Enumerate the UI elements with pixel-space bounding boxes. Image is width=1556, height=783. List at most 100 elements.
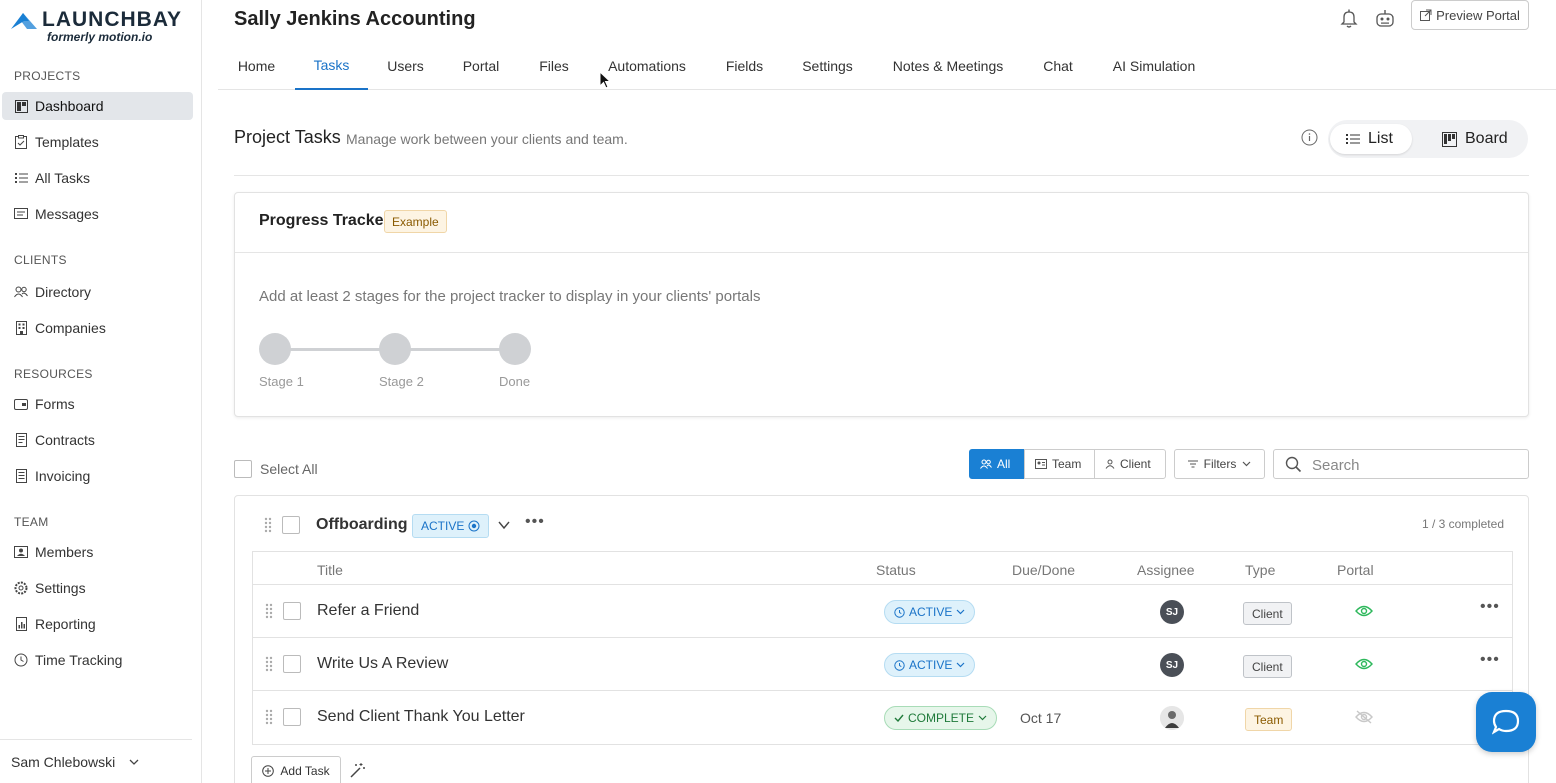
table-row[interactable]: Write Us A Review ACTIVE SJ Client ••• (253, 638, 1512, 691)
filter-all-button[interactable]: All (969, 449, 1025, 479)
eye-icon[interactable] (1355, 657, 1373, 671)
task-title[interactable]: Send Client Thank You Letter (317, 708, 525, 726)
tab-settings[interactable]: Settings (787, 42, 868, 90)
row-more-menu[interactable]: ••• (1480, 598, 1500, 616)
search-input[interactable] (1312, 455, 1512, 475)
tab-chat[interactable]: Chat (1026, 42, 1090, 90)
drag-handle-icon[interactable] (265, 656, 273, 672)
building-icon (14, 321, 28, 335)
column-header-status[interactable]: Status (876, 562, 916, 578)
select-all-checkbox[interactable] (234, 460, 252, 478)
sidebar-item-members[interactable]: Members (2, 538, 193, 566)
chat-icon (1492, 709, 1520, 735)
mouse-cursor-icon (599, 71, 611, 89)
sidebar-item-label: Messages (35, 206, 99, 222)
sidebar-item-settings[interactable]: Settings (2, 574, 193, 602)
drag-handle-icon[interactable] (264, 517, 272, 533)
table-row[interactable]: Refer a Friend ACTIVE SJ Client ••• (253, 585, 1512, 638)
sidebar-section-projects: PROJECTS (14, 69, 81, 83)
status-dropdown[interactable]: COMPLETE (884, 706, 998, 730)
task-title[interactable]: Write Us A Review (317, 655, 448, 673)
tab-files[interactable]: Files (520, 42, 588, 90)
filter-client-button[interactable]: Client (1094, 449, 1166, 479)
sidebar-item-forms[interactable]: Forms (2, 390, 193, 418)
column-header-assignee[interactable]: Assignee (1137, 562, 1195, 578)
sidebar-item-label: Contracts (35, 432, 95, 448)
column-header-due[interactable]: Due/Done (1012, 562, 1075, 578)
sidebar-item-contracts[interactable]: Contracts (2, 426, 193, 454)
eye-icon[interactable] (1355, 604, 1373, 618)
magic-wand-icon[interactable] (349, 762, 366, 779)
row-more-menu[interactable]: ••• (1480, 651, 1500, 669)
table-row[interactable]: Send Client Thank You Letter COMPLETE Oc… (253, 691, 1512, 744)
drag-handle-icon[interactable] (265, 709, 273, 725)
sidebar-item-invoicing[interactable]: Invoicing (2, 462, 193, 490)
column-header-title[interactable]: Title (317, 562, 343, 578)
group-status-label: ACTIVE (421, 519, 465, 533)
status-dropdown[interactable]: ACTIVE (884, 600, 976, 624)
brand-name: LAUNCHBAY (42, 8, 183, 31)
column-header-portal[interactable]: Portal (1337, 562, 1374, 578)
eye-off-icon[interactable] (1355, 710, 1373, 724)
support-chat-button[interactable] (1476, 692, 1536, 752)
task-title[interactable]: Refer a Friend (317, 602, 419, 620)
sidebar-item-directory[interactable]: Directory (2, 278, 193, 306)
list-icon (1346, 134, 1360, 144)
preview-portal-button[interactable]: Preview Portal (1411, 0, 1529, 30)
sidebar-item-companies[interactable]: Companies (2, 314, 193, 342)
sidebar-item-templates[interactable]: Templates (2, 128, 193, 156)
people-icon (14, 285, 28, 299)
task-group: Offboarding ACTIVE ••• 1 / 3 completed T… (234, 495, 1529, 783)
drag-handle-icon[interactable] (265, 603, 273, 619)
brand[interactable]: LAUNCHBAY formerly motion.io (10, 8, 182, 44)
tab-tasks[interactable]: Tasks (295, 42, 368, 90)
brand-subtitle: formerly motion.io (47, 30, 153, 44)
type-badge: Team (1245, 708, 1293, 731)
list-view-button[interactable]: List (1330, 124, 1412, 154)
tasks-table: Title Status Due/Done Assignee Type Port… (252, 551, 1513, 745)
tab-ai-simulation[interactable]: AI Simulation (1098, 42, 1210, 90)
ai-bot-icon[interactable] (1375, 8, 1395, 28)
avatar[interactable]: SJ (1160, 600, 1184, 624)
avatar[interactable] (1160, 706, 1184, 730)
group-more-menu[interactable]: ••• (525, 513, 545, 531)
filters-label: Filters (1203, 457, 1237, 471)
sidebar-item-label: Time Tracking (35, 652, 123, 668)
sidebar-item-label: Companies (35, 320, 106, 336)
row-checkbox[interactable] (283, 602, 301, 620)
filters-dropdown[interactable]: Filters (1174, 449, 1265, 479)
status-dropdown[interactable]: ACTIVE (884, 653, 976, 677)
stage-label: Stage 1 (259, 374, 304, 389)
sidebar-item-all-tasks[interactable]: All Tasks (2, 164, 193, 192)
info-icon[interactable] (1301, 129, 1318, 146)
form-icon (14, 397, 28, 411)
row-checkbox[interactable] (283, 655, 301, 673)
tab-home[interactable]: Home (220, 42, 293, 90)
tab-fields[interactable]: Fields (708, 42, 781, 90)
row-checkbox[interactable] (283, 708, 301, 726)
report-icon (14, 617, 28, 631)
tab-users[interactable]: Users (370, 42, 441, 90)
user-menu[interactable]: Sam Chlebowski (0, 739, 192, 783)
status-label: COMPLETE (908, 711, 975, 725)
avatar[interactable]: SJ (1160, 653, 1184, 677)
sidebar-item-label: Directory (35, 284, 92, 300)
column-header-type[interactable]: Type (1245, 562, 1275, 578)
sidebar-item-messages[interactable]: Messages (2, 200, 193, 228)
search-field[interactable] (1273, 449, 1529, 479)
sidebar-item-reporting[interactable]: Reporting (2, 610, 193, 638)
group-status-badge[interactable]: ACTIVE (412, 514, 490, 538)
filter-team-button[interactable]: Team (1024, 449, 1095, 479)
sidebar-section-resources: RESOURCES (14, 367, 93, 381)
sidebar-item-time-tracking[interactable]: Time Tracking (2, 646, 193, 674)
chevron-down-icon[interactable] (497, 518, 511, 532)
tab-portal[interactable]: Portal (445, 42, 517, 90)
bell-icon[interactable] (1339, 8, 1359, 28)
group-name[interactable]: Offboarding (316, 516, 408, 534)
group-checkbox[interactable] (282, 516, 300, 534)
tab-notes-meetings[interactable]: Notes & Meetings (876, 42, 1020, 90)
board-icon (1442, 131, 1457, 147)
add-task-button[interactable]: Add Task (251, 756, 341, 783)
board-view-button[interactable]: Board (1426, 124, 1526, 154)
sidebar-item-dashboard[interactable]: Dashboard (2, 92, 193, 120)
